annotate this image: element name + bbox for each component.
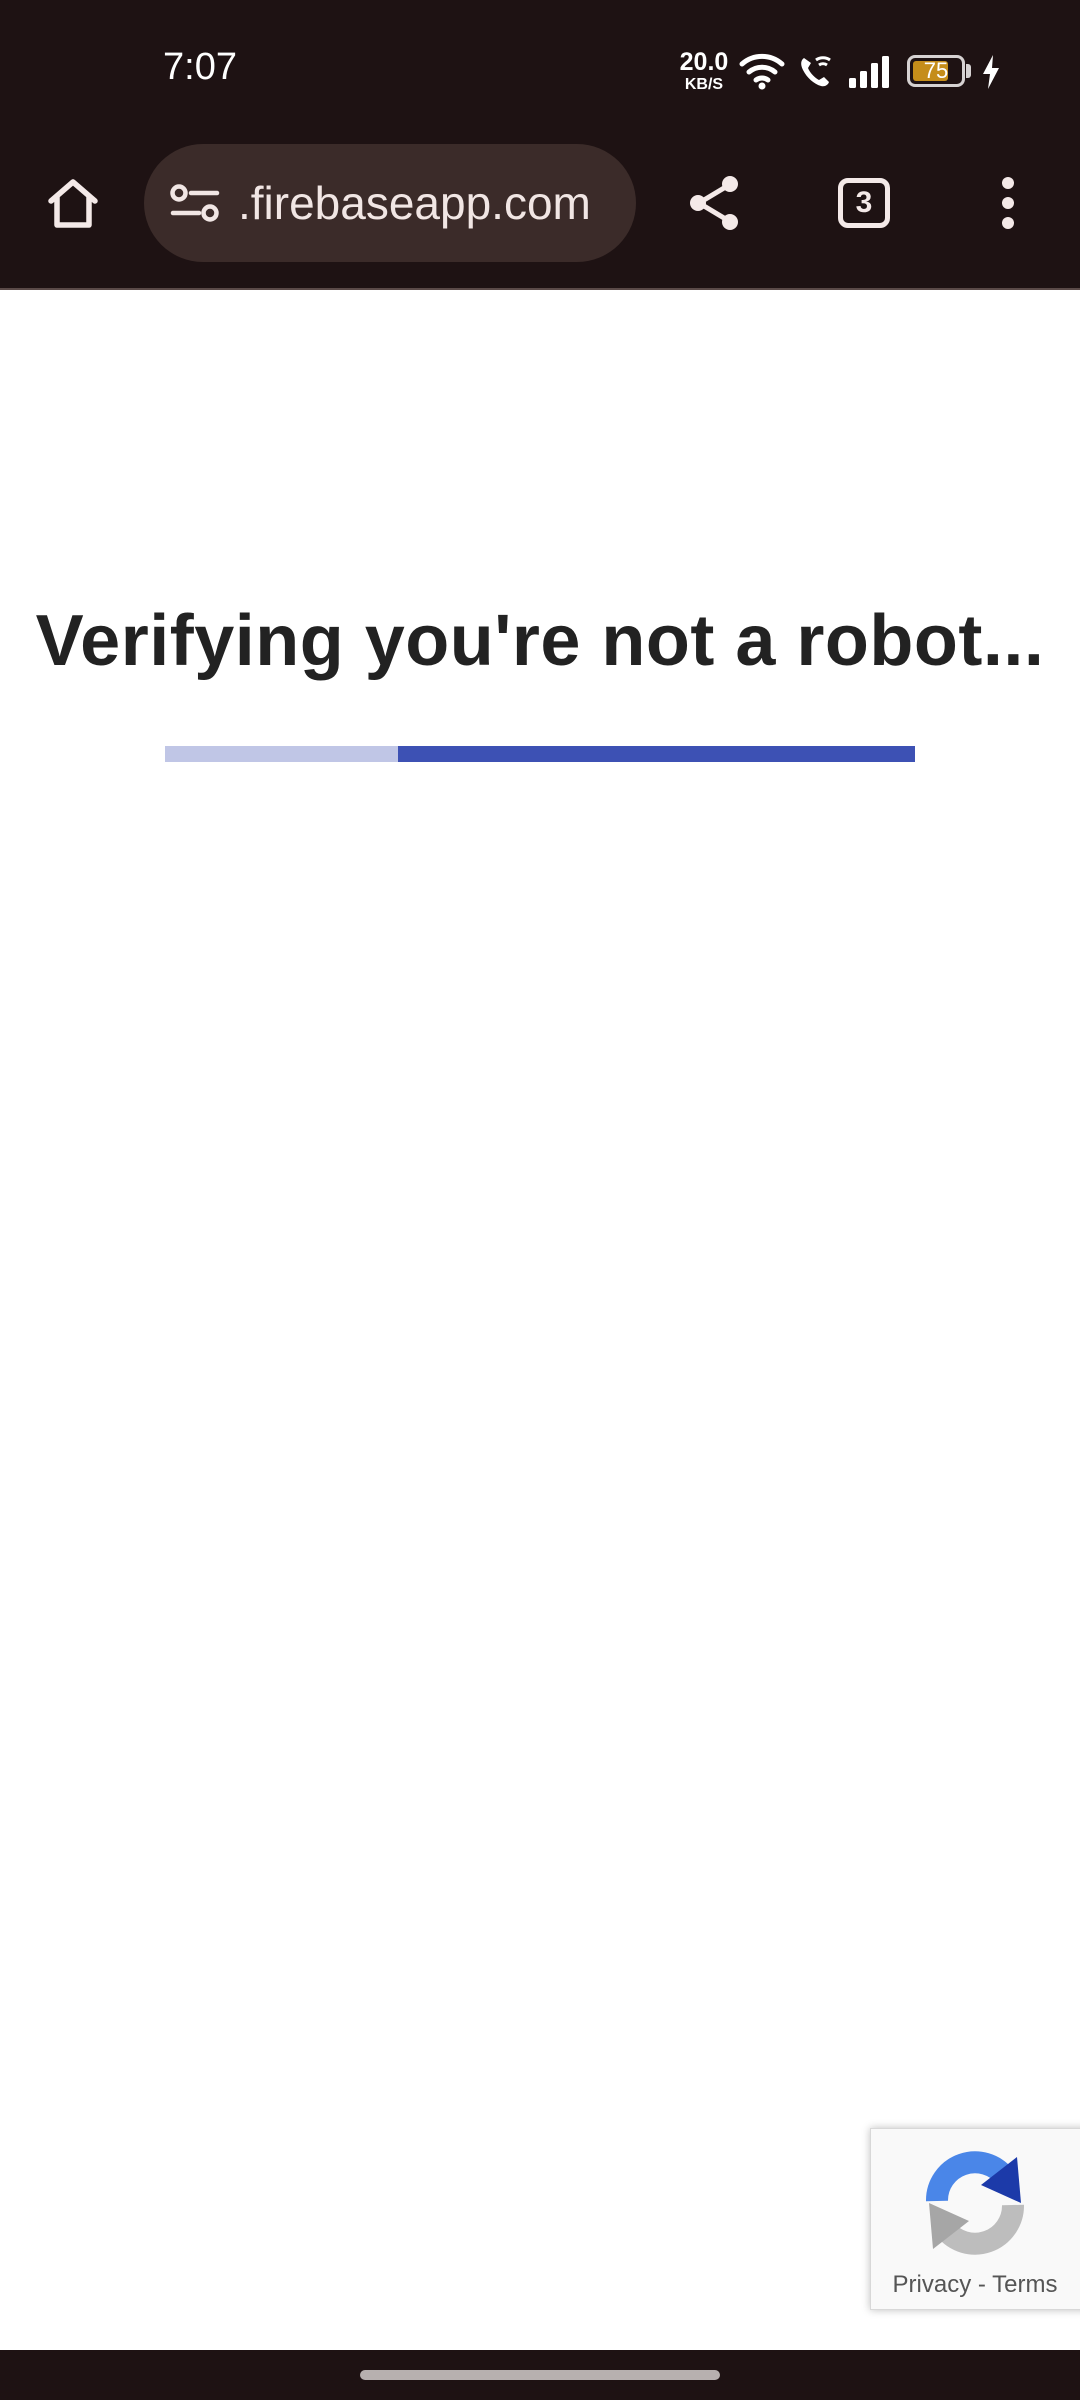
network-speed-value: 20.0 bbox=[679, 48, 729, 76]
browser-toolbar: .firebaseapp.com 3 bbox=[0, 140, 1080, 290]
share-button[interactable] bbox=[674, 162, 756, 244]
address-bar[interactable]: .firebaseapp.com bbox=[144, 144, 636, 262]
terms-link[interactable]: Terms bbox=[992, 2271, 1057, 2298]
more-options-button[interactable] bbox=[968, 162, 1048, 244]
site-info-icon bbox=[170, 184, 220, 222]
charging-bolt-icon bbox=[983, 55, 999, 89]
recaptcha-links: Privacy - Terms bbox=[871, 2271, 1079, 2299]
progress-bar-fill bbox=[397, 746, 915, 762]
wifi-icon bbox=[739, 53, 785, 90]
network-speed-unit: KB/S bbox=[684, 76, 724, 93]
network-speed: 20.0 KB/S bbox=[676, 50, 732, 93]
status-time: 7:07 bbox=[163, 46, 237, 88]
link-separator: - bbox=[977, 2271, 986, 2298]
tab-switcher-button[interactable]: 3 bbox=[838, 178, 890, 228]
progress-bar bbox=[165, 746, 915, 762]
battery-icon: 75 bbox=[907, 55, 965, 87]
url-text[interactable]: .firebaseapp.com bbox=[238, 144, 616, 262]
recaptcha-badge[interactable]: Privacy - Terms bbox=[870, 2128, 1080, 2310]
signal-icon bbox=[849, 56, 889, 88]
home-button[interactable] bbox=[32, 162, 114, 244]
battery-level: 75 bbox=[923, 58, 949, 83]
status-bar: 7:07 20.0 KB/S 75 bbox=[0, 0, 1080, 140]
page-title: Verifying you're not a robot... bbox=[35, 601, 1045, 681]
navigation-bar bbox=[0, 2350, 1080, 2400]
battery-nub bbox=[966, 64, 971, 78]
site-info-button[interactable] bbox=[166, 174, 224, 232]
home-icon bbox=[48, 179, 98, 228]
share-icon bbox=[690, 176, 738, 230]
more-vert-icon bbox=[1002, 177, 1014, 229]
wifi-calling-icon bbox=[801, 56, 831, 87]
recaptcha-logo-icon bbox=[925, 2151, 1025, 2255]
privacy-link[interactable]: Privacy bbox=[893, 2271, 972, 2298]
home-gesture-handle[interactable] bbox=[360, 2370, 720, 2380]
